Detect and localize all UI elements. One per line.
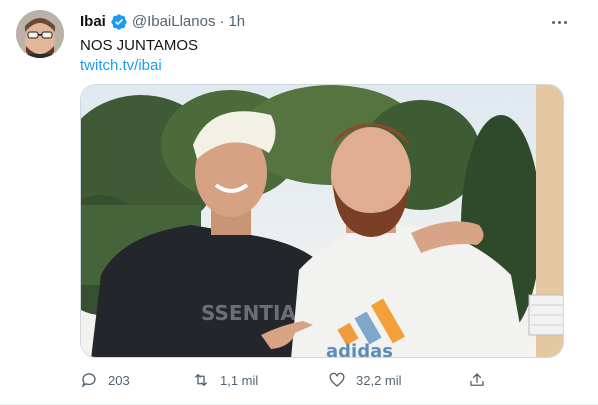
avatar-image [16,10,64,58]
tweet-text: NOS JUNTAMOS [80,37,199,54]
share-icon [470,373,484,386]
tweet[interactable]: Ibai @IbaiLlanos · 1h NOS JUNTAMOS twitc… [0,0,598,405]
tweet-time[interactable]: 1h [228,12,245,32]
tweet-photo[interactable]: SSENTIA adidas [80,84,564,358]
like-button[interactable]: 32,2 mil [328,368,402,392]
tweet-header: Ibai @IbaiLlanos · 1h [80,12,245,32]
retweet-button[interactable]: 1,1 mil [192,368,258,392]
reply-icon [81,373,96,388]
photo-image: SSENTIA adidas [81,85,563,358]
like-count: 32,2 mil [356,372,402,388]
author-name[interactable]: Ibai [80,12,106,32]
retweet-count: 1,1 mil [220,372,259,388]
author-handle[interactable]: @IbaiLlanos [132,12,216,32]
reply-button[interactable]: 203 [80,368,130,392]
retweet-icon [195,374,207,386]
shirt-text-right: adidas [326,341,393,358]
reply-count: 203 [108,372,130,388]
tweet-link[interactable]: twitch.tv/ibai [80,56,162,76]
more-horizontal-icon[interactable] [548,12,570,32]
shirt-text-left: SSENTIA [201,301,296,325]
action-bar: 203 1,1 mil 32,2 mil [80,368,500,392]
separator-dot: · [219,13,225,30]
avatar[interactable] [16,10,64,58]
verified-badge-icon [110,13,128,31]
share-button[interactable] [468,368,486,392]
heart-icon [329,372,345,387]
